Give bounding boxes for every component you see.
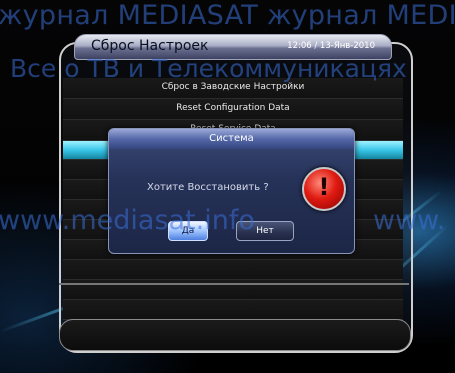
dialog-message: Хотите Восстановить ? [147,182,269,193]
dialog-title: Система [209,133,254,144]
exclamation-alert-icon: ! [302,167,346,211]
menu-empty-row [63,300,403,320]
window-titlebar: Сброс Настроек 12:06 / 13-Янв-2010 [74,34,392,60]
no-button[interactable]: Нет [236,221,294,241]
footer-divider [59,283,409,285]
window-title: Сброс Настроек [91,38,209,54]
info-box [59,319,411,351]
menu-empty-row [63,260,403,280]
window-datetime: 12:06 / 13-Янв-2010 [287,41,375,51]
dialog-header: Система [109,129,354,149]
confirm-dialog: Система Хотите Восстановить ? ! Да Нет [108,128,355,254]
tv-osd-screen: Сброс Настроек 12:06 / 13-Янв-2010 Сброс… [0,0,455,373]
menu-item-factory-reset[interactable]: Сброс в Заводские Настройки [63,78,403,99]
menu-item-reset-configuration[interactable]: Reset Configuration Data [63,99,403,120]
yes-button[interactable]: Да [168,221,208,241]
watermark-top: журнал MEDIASAT журнал MEDIASAT [0,0,455,31]
